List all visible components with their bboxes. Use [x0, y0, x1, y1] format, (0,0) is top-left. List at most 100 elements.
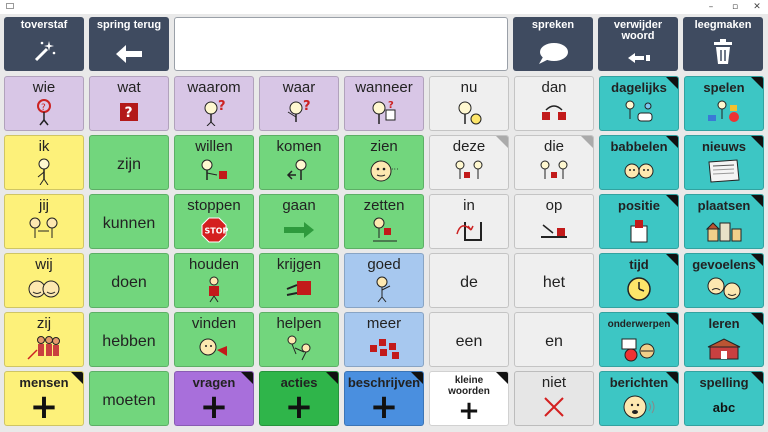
thinking-question-icon: ? — [175, 97, 253, 127]
cell-label: zij — [36, 315, 52, 332]
cell-acties[interactable]: acties + — [259, 371, 339, 426]
cell-niet[interactable]: niet — [514, 371, 594, 426]
come-icon — [260, 156, 338, 186]
cell-label: wanneer — [355, 79, 413, 96]
magic-wand-button[interactable]: toverstaf — [4, 17, 84, 71]
cell-nu[interactable]: nu — [429, 76, 509, 131]
cell-zijn[interactable]: zijn — [89, 135, 169, 190]
plus-icon: + — [29, 387, 59, 426]
cell-waarom[interactable]: waarom ? — [174, 76, 254, 131]
cell-tijd[interactable]: tijd — [599, 253, 679, 308]
cell-nieuws[interactable]: nieuws — [684, 135, 764, 190]
stop-sign-text: STOP — [205, 227, 229, 236]
cell-label: zien — [370, 138, 398, 155]
cell-en[interactable]: en — [514, 312, 594, 367]
cell-spelen[interactable]: spelen — [684, 76, 764, 131]
cell-onderwerpen[interactable]: onderwerpen — [599, 312, 679, 367]
cell-vinden[interactable]: vinden — [174, 312, 254, 367]
cell-zij[interactable]: zij — [4, 312, 84, 367]
cell-wij[interactable]: wij — [4, 253, 84, 308]
cell-gaan[interactable]: gaan — [259, 194, 339, 249]
plus-icon: + — [369, 387, 399, 426]
cell-beschrijven[interactable]: beschrijven + — [344, 371, 424, 426]
cell-komen[interactable]: komen — [259, 135, 339, 190]
cell-label: waarom — [187, 79, 241, 96]
cell-berichten[interactable]: berichten — [599, 371, 679, 426]
cell-meer[interactable]: meer — [344, 312, 424, 367]
cell-krijgen[interactable]: krijgen — [259, 253, 339, 308]
cell-spelling[interactable]: spelling abc — [684, 371, 764, 426]
close-button[interactable]: ✕ — [746, 0, 768, 14]
cell-jij[interactable]: jij — [4, 194, 84, 249]
question-box-icon: ? — [90, 97, 168, 127]
plus-icon: + — [458, 396, 480, 426]
cell-label: hebben — [102, 333, 156, 350]
cell-label: ik — [38, 138, 50, 155]
cell-zetten[interactable]: zetten — [344, 194, 424, 249]
cell-vragen[interactable]: vragen + — [174, 371, 254, 426]
cell-label: waar — [282, 79, 316, 96]
cell-moeten[interactable]: moeten — [89, 371, 169, 426]
cell-een[interactable]: een — [429, 312, 509, 367]
cell-willen[interactable]: willen — [174, 135, 254, 190]
cell-label: een — [455, 333, 483, 350]
cell-hebben[interactable]: hebben — [89, 312, 169, 367]
svg-text:?: ? — [388, 100, 394, 111]
delete-word-button[interactable]: verwijder woord — [598, 17, 678, 71]
cell-helpen[interactable]: helpen — [259, 312, 339, 367]
then-blocks-icon — [515, 97, 593, 127]
clear-label: leegmaken — [694, 19, 752, 31]
cell-babbelen[interactable]: babbelen — [599, 135, 679, 190]
folder-corner — [326, 372, 338, 384]
folder-corner — [751, 254, 763, 266]
back-button[interactable]: spring terug — [89, 17, 169, 71]
folder-corner — [666, 254, 678, 266]
cell-kleine-woorden[interactable]: kleine woorden + — [429, 371, 509, 426]
cell-deze[interactable]: deze — [429, 135, 509, 190]
cell-stoppen[interactable]: stoppen STOP — [174, 194, 254, 249]
maximize-button[interactable]: ▫ — [724, 0, 746, 14]
person-question-icon: ? — [5, 97, 83, 127]
cell-die[interactable]: die — [514, 135, 594, 190]
cell-plaatsen[interactable]: plaatsen — [684, 194, 764, 249]
more-blocks-icon — [345, 333, 423, 363]
cell-wat[interactable]: wat ? — [89, 76, 169, 131]
cell-het[interactable]: het — [514, 253, 594, 308]
cell-leren[interactable]: leren — [684, 312, 764, 367]
minimize-button[interactable]: – — [700, 0, 722, 14]
cell-in[interactable]: in — [429, 194, 509, 249]
speak-button[interactable]: spreken — [513, 17, 593, 71]
cell-houden[interactable]: houden — [174, 253, 254, 308]
cell-dan[interactable]: dan — [514, 76, 594, 131]
plus-icon: + — [284, 387, 314, 426]
arrow-left-icon — [89, 43, 169, 65]
cell-wie[interactable]: wie ? — [4, 76, 84, 131]
cell-zien[interactable]: zien ··· — [344, 135, 424, 190]
cell-goed[interactable]: goed — [344, 253, 424, 308]
clear-button[interactable]: leegmaken — [683, 17, 763, 71]
cell-op[interactable]: op — [514, 194, 594, 249]
cell-label: gaan — [282, 197, 316, 214]
folder-corner — [666, 136, 678, 148]
cell-positie[interactable]: positie — [599, 194, 679, 249]
this-pointing-icon — [430, 156, 508, 186]
message-box[interactable] — [174, 17, 508, 71]
cell-waar[interactable]: waar ? — [259, 76, 339, 131]
cell-doen[interactable]: doen — [89, 253, 169, 308]
cell-gevoelens[interactable]: gevoelens — [684, 253, 764, 308]
cell-mensen[interactable]: mensen + — [4, 371, 84, 426]
trash-icon — [683, 39, 763, 65]
cell-label: helpen — [276, 315, 322, 332]
cell-label: op — [545, 197, 563, 214]
we-faces-icon — [5, 274, 83, 304]
cross-icon — [515, 392, 593, 422]
vocabulary-grid: wie ? wat ? waarom ? waar ? wanneer ? nu… — [4, 76, 764, 430]
cell-ik[interactable]: ik — [4, 135, 84, 190]
svg-text:?: ? — [125, 105, 133, 121]
cell-de[interactable]: de — [429, 253, 509, 308]
cell-dagelijks[interactable]: dagelijks — [599, 76, 679, 131]
cell-label: willen — [195, 138, 233, 155]
cell-kunnen[interactable]: kunnen — [89, 194, 169, 249]
cell-wanneer[interactable]: wanneer ? — [344, 76, 424, 131]
cell-label: kunnen — [102, 215, 156, 232]
